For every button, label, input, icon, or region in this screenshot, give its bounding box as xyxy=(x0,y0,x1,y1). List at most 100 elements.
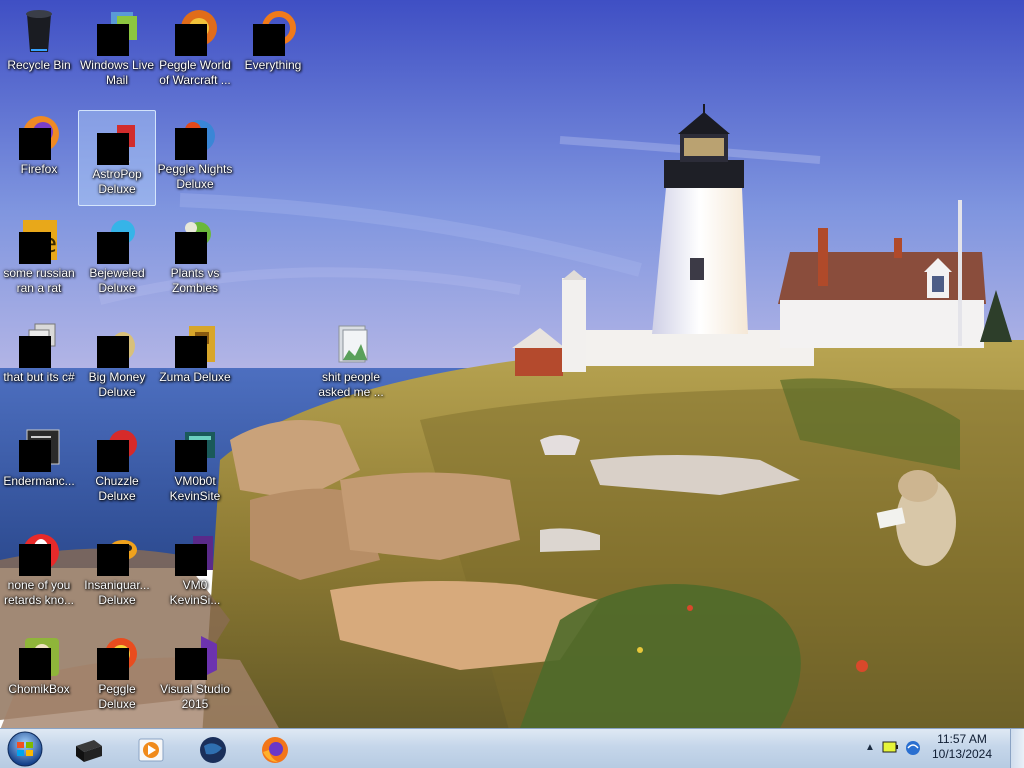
icon-redaction xyxy=(97,232,129,264)
globe-icon xyxy=(200,737,226,763)
desktop-icon-label: Endermanc... xyxy=(3,474,75,488)
desktop-icon-bejeweled[interactable]: Bejeweled Deluxe xyxy=(78,210,156,306)
desktop-icon-vm0b0t[interactable]: VM0b0t KevinSite xyxy=(156,418,234,514)
desktop-icon-label: Peggle World of Warcraft ... xyxy=(159,58,231,87)
desktop-icon-astropop[interactable]: AstroPop Deluxe xyxy=(78,110,156,206)
icon-redaction xyxy=(175,544,207,576)
desktop-icon-none-of-you[interactable]: none of you retards kno... xyxy=(0,522,78,618)
icon-redaction xyxy=(175,648,207,680)
taskbar-button-media[interactable] xyxy=(124,732,176,766)
desktop-icon-label: none of you retards kno... xyxy=(3,578,75,607)
desktop-icon-russian-rat[interactable]: e some russian ran a rat xyxy=(0,210,78,306)
network-icon[interactable] xyxy=(904,739,922,757)
icon-redaction xyxy=(19,648,51,680)
icon-redaction xyxy=(19,128,51,160)
icon-redaction xyxy=(175,128,207,160)
desktop-icon-visual-studio[interactable]: Visual Studio 2015 xyxy=(156,626,234,722)
icon-redaction xyxy=(19,440,51,472)
firefox-icon xyxy=(15,112,63,160)
recycle-bin-icon xyxy=(15,8,63,56)
desktop-icon-label: Visual Studio 2015 xyxy=(160,682,230,711)
desktop-icon-label: Chuzzle Deluxe xyxy=(95,474,139,503)
desktop-icon-label: VM0b0t KevinSite xyxy=(169,474,221,503)
desktop-icon-label: Bejeweled Deluxe xyxy=(89,266,145,295)
icon-redaction xyxy=(253,24,285,56)
desktop-icon-peggle-deluxe[interactable]: Peggle Deluxe xyxy=(78,626,156,722)
desktop[interactable]: Recycle Bin Firefox e some russian ran a… xyxy=(0,0,1024,768)
desktop-icon-label: Windows Live Mail xyxy=(79,58,155,87)
icon-redaction xyxy=(97,648,129,680)
clock[interactable]: 11:57 AM 10/13/2024 xyxy=(926,732,998,762)
plant-game-icon xyxy=(171,216,219,264)
show-hidden-icons-chevron-icon[interactable]: ▲ xyxy=(864,741,876,755)
icon-redaction xyxy=(97,133,129,165)
windows-start-orb-icon xyxy=(7,731,43,767)
taskbar-button-globe[interactable] xyxy=(186,732,238,766)
clock-date: 10/13/2024 xyxy=(931,747,993,761)
desktop-icon-label: Everything xyxy=(244,58,302,72)
taskbar-button-firefox[interactable] xyxy=(248,732,300,766)
media-player-icon xyxy=(138,738,164,762)
icon-redaction xyxy=(175,336,207,368)
purple-app-icon xyxy=(171,528,219,576)
desktop-icon-label: shit people asked me ... xyxy=(318,370,384,399)
icon-redaction xyxy=(175,24,207,56)
icon-redaction xyxy=(175,232,207,264)
astropop-game-icon xyxy=(93,117,141,165)
firefox-icon xyxy=(262,737,288,763)
command-prompt-icon xyxy=(76,740,102,762)
desktop-icon-chomikbox[interactable]: ChomikBox xyxy=(0,626,78,722)
desktop-icon-shit-people[interactable]: shit people asked me ... xyxy=(312,314,390,410)
desktop-icon-label: Recycle Bin xyxy=(7,58,71,72)
fish-game-icon xyxy=(93,528,141,576)
desktop-icon-everything[interactable]: Everything xyxy=(234,2,312,98)
terminal-icon xyxy=(171,424,219,472)
desktop-icon-insaniquarium[interactable]: Insaniquar... Deluxe xyxy=(78,522,156,618)
icon-redaction xyxy=(97,440,129,472)
desktop-icon-live-mail[interactable]: Windows Live Mail xyxy=(78,2,156,98)
desktop-icon-recycle-bin[interactable]: Recycle Bin xyxy=(0,2,78,98)
chuzzle-game-icon xyxy=(93,424,141,472)
exe-file-icon: e xyxy=(15,216,63,264)
desktop-icon-chuzzle[interactable]: Chuzzle Deluxe xyxy=(78,418,156,514)
icon-redaction xyxy=(19,544,51,576)
desktop-icon-label: Zuma Deluxe xyxy=(159,370,231,384)
desktop-icon-csharp[interactable]: that but its c# xyxy=(0,314,78,410)
clock-time: 11:57 AM xyxy=(937,732,987,746)
icon-redaction xyxy=(19,232,51,264)
show-desktop-button[interactable] xyxy=(1010,729,1024,768)
icon-redaction xyxy=(19,336,51,368)
desktop-icon-label: ChomikBox xyxy=(8,682,70,696)
desktop-icon-label: some russian ran a rat xyxy=(3,266,75,295)
icon-redaction xyxy=(97,24,129,56)
desktop-icon-label: VM0 KevinSi... xyxy=(169,578,221,607)
desktop-icon-label: AstroPop Deluxe xyxy=(92,167,142,196)
icon-redaction xyxy=(175,440,207,472)
peggle-nights-icon xyxy=(171,112,219,160)
desktop-icon-big-money[interactable]: Big Money Deluxe xyxy=(78,314,156,410)
start-button[interactable] xyxy=(4,730,44,767)
folder-icon xyxy=(327,320,375,368)
desktop-icon-label: Firefox xyxy=(20,162,58,176)
gem-game-icon xyxy=(93,216,141,264)
money-bag-game-icon xyxy=(93,320,141,368)
hamster-box-icon xyxy=(15,632,63,680)
taskbar: ▲ 11:57 AM 10/13/2024 xyxy=(0,728,1024,768)
peggle-game-icon xyxy=(93,632,141,680)
desktop-icon-label: Insaniquar... Deluxe xyxy=(84,578,150,607)
zuma-game-icon xyxy=(171,320,219,368)
icon-redaction xyxy=(97,544,129,576)
desktop-icon-pvz[interactable]: Plants vs Zombies xyxy=(156,210,234,306)
desktop-icon-zuma[interactable]: Zuma Deluxe xyxy=(156,314,234,410)
desktop-icon-vm0-kevin[interactable]: VM0 KevinSi... xyxy=(156,522,234,618)
taskbar-button-cmd[interactable] xyxy=(62,732,114,766)
opera-browser-icon xyxy=(15,528,63,576)
desktop-icon-peggle-nights[interactable]: Peggle Nights Deluxe xyxy=(156,106,234,202)
peggle-game-icon xyxy=(171,8,219,56)
system-tray: ▲ 11:57 AM 10/13/2024 xyxy=(854,729,1024,767)
desktop-icon-peggle-wow[interactable]: Peggle World of Warcraft ... xyxy=(156,2,234,98)
desktop-icon-label: Big Money Deluxe xyxy=(88,370,146,399)
desktop-icon-endermanch[interactable]: Endermanc... xyxy=(0,418,78,514)
battery-icon[interactable] xyxy=(882,741,898,753)
desktop-icon-firefox[interactable]: Firefox xyxy=(0,106,78,202)
